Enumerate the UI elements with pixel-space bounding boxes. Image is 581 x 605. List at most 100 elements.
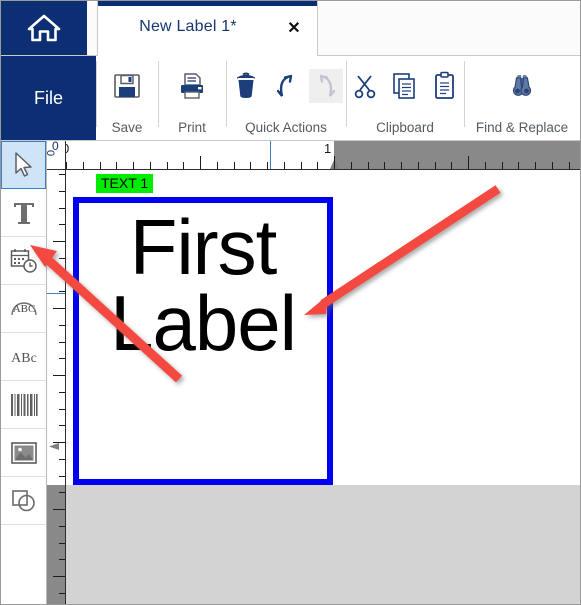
ruler-tick	[59, 592, 65, 594]
shapes-tool[interactable]	[1, 477, 46, 525]
ruler-tick	[59, 358, 65, 360]
copy-icon[interactable]	[388, 69, 422, 103]
ruler-tick	[183, 162, 185, 169]
ruler-tick	[66, 162, 67, 169]
ruler-tick	[267, 162, 268, 169]
select-pointer-tool[interactable]	[1, 141, 46, 189]
ruler-tick	[99, 162, 101, 169]
save-floppy-icon[interactable]	[110, 69, 144, 103]
close-icon[interactable]: ✕	[283, 18, 305, 38]
ruler-tick	[59, 224, 65, 226]
cut-scissors-icon[interactable]	[348, 69, 382, 103]
ruler-corner-value-rotated: 0	[47, 150, 56, 156]
curved-text-tool[interactable]: ABC	[1, 285, 46, 333]
ruler-tick	[417, 162, 419, 169]
ruler-tick	[53, 375, 65, 376]
label-text-line-1: First	[129, 203, 278, 291]
ruler-tick	[53, 308, 65, 309]
ruler-tick	[59, 525, 65, 527]
ruler-tick	[451, 162, 453, 169]
selected-text-object[interactable]: First Label	[73, 197, 333, 485]
ruler-tick	[53, 241, 65, 242]
ruler-tick	[59, 274, 65, 276]
ruler-guide-line-v	[47, 293, 65, 294]
work-area: ABC ABc 0 1 First Label TEXT 1	[1, 141, 580, 604]
ribbon-group-quick-actions: Quick Actions	[226, 56, 346, 140]
tab-active-accent	[98, 1, 317, 6]
ruler-tick	[484, 162, 486, 169]
ruler-tick	[350, 162, 352, 169]
tab-bar: New Label 1* ✕	[1, 1, 580, 56]
barcode-tool[interactable]	[1, 381, 46, 429]
ruler-tick	[59, 475, 65, 477]
ribbon-group-print: Print	[158, 56, 226, 140]
group-label-print: Print	[178, 120, 206, 135]
date-time-tool[interactable]	[1, 237, 46, 285]
text-tool[interactable]	[1, 189, 46, 237]
file-menu-button[interactable]: File	[1, 56, 96, 140]
paste-clipboard-icon[interactable]	[428, 69, 462, 103]
ruler-tick	[59, 174, 65, 175]
label-canvas[interactable]: First Label TEXT 1	[66, 170, 580, 604]
group-label-clipboard: Clipboard	[376, 120, 434, 135]
ruler-tick	[384, 162, 386, 169]
ruler-tick	[59, 492, 65, 494]
ruler-tick	[518, 162, 520, 169]
ruler-tick	[116, 162, 118, 169]
image-tool[interactable]	[1, 429, 46, 477]
horizontal-ruler[interactable]: 0 1	[66, 141, 580, 170]
home-icon	[27, 13, 61, 43]
ruler-tick	[53, 576, 65, 577]
ruler-tick	[434, 162, 436, 169]
undo-icon[interactable]	[269, 69, 303, 103]
ribbon-toolbar: File Save Print Quick Actions Clipboard …	[1, 56, 580, 141]
tab-label: New Label 1*	[139, 18, 237, 35]
ruler-tick	[59, 324, 65, 326]
binoculars-icon[interactable]	[505, 69, 539, 103]
ruler-out-of-label-zone	[334, 141, 580, 169]
group-label-quick-actions: Quick Actions	[245, 120, 327, 135]
ruler-tick	[133, 162, 134, 169]
ruler-h-label-1: 1	[324, 141, 332, 156]
redo-icon[interactable]	[309, 69, 343, 103]
vertical-ruler[interactable]	[47, 170, 66, 604]
label-text-content: First Label	[79, 203, 327, 368]
delete-trash-icon[interactable]	[229, 69, 263, 103]
ruler-tick	[59, 291, 65, 293]
ribbon-group-clipboard: Clipboard	[346, 56, 464, 140]
text-effects-tool[interactable]: ABc	[1, 333, 46, 381]
ruler-out-of-label-zone-v	[47, 485, 65, 604]
print-icon[interactable]	[175, 69, 209, 103]
ruler-tick	[501, 162, 503, 169]
ruler-tick	[233, 162, 235, 169]
ruler-tick	[59, 341, 65, 343]
ruler-tick	[216, 162, 218, 169]
ruler-tick	[59, 425, 65, 427]
ruler-guide-line	[270, 141, 271, 169]
svg-text:ABc: ABc	[11, 351, 37, 366]
ruler-tick	[300, 162, 302, 169]
ruler-tick	[59, 190, 65, 192]
ruler-tick	[59, 391, 65, 393]
ruler-tick	[59, 408, 65, 410]
ruler-tick	[53, 509, 65, 510]
ruler-margin-handle-v[interactable]	[49, 443, 59, 450]
tab-new-label-1[interactable]: New Label 1* ✕	[97, 1, 318, 56]
canvas-outside-area	[66, 485, 580, 604]
ruler-tick	[82, 162, 84, 169]
svg-text:ABC: ABC	[12, 303, 35, 315]
ruler-tick	[166, 162, 168, 169]
ruler-tick	[149, 162, 151, 169]
label-text-line-2: Label	[110, 279, 297, 368]
ruler-tick	[59, 542, 65, 544]
ribbon-group-save: Save	[96, 56, 158, 140]
home-button[interactable]	[1, 1, 87, 55]
group-label-find-replace: Find & Replace	[475, 120, 569, 135]
ruler-tick	[468, 156, 469, 169]
label-designer-window: New Label 1* ✕ File Save Print Quick Act…	[0, 0, 581, 605]
ruler-h-label-0: 0	[66, 141, 69, 156]
ruler-tick	[59, 257, 65, 259]
group-label-save: Save	[111, 120, 143, 135]
ruler-tick	[535, 162, 536, 169]
ruler-tick	[250, 162, 252, 169]
